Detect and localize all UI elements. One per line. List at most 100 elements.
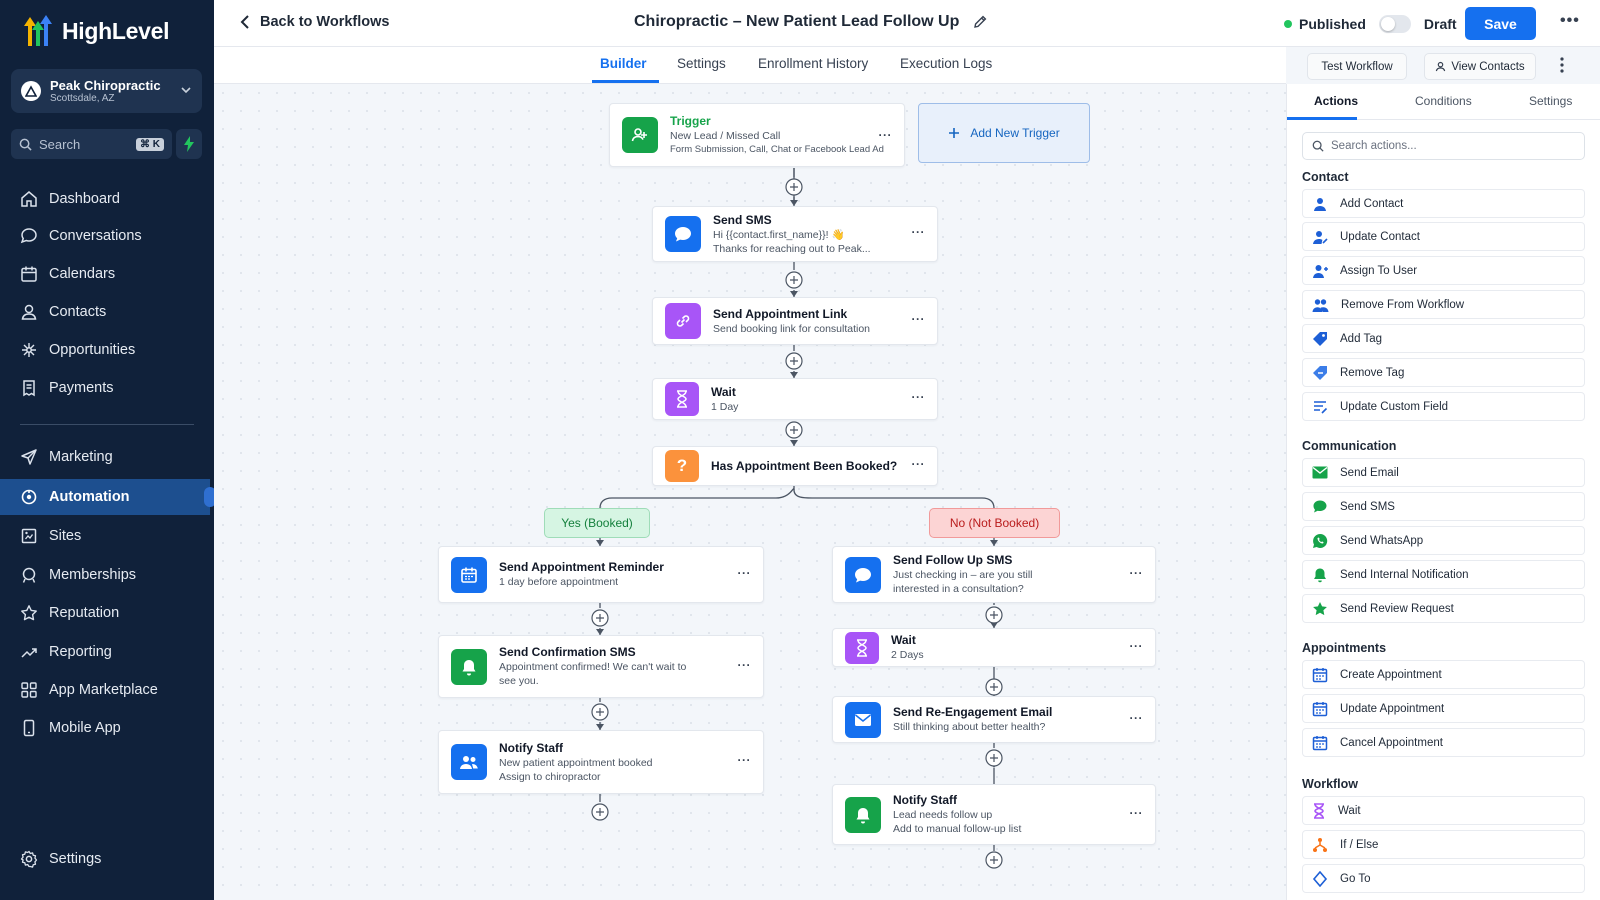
tab-execution-logs[interactable]: Execution Logs [900,56,992,71]
action-update-appointment[interactable]: Update Appointment [1302,694,1585,723]
node-more-icon[interactable]: ··· [912,390,926,404]
add-trigger-label: Add New Trigger [970,126,1060,140]
test-workflow-button[interactable]: Test Workflow [1307,53,1407,80]
step-notify-staff-no[interactable]: Notify Staff Lead needs follow up Add to… [832,784,1156,845]
trigger-node[interactable]: Trigger New Lead / Missed Call Form Subm… [609,103,905,167]
node-more-icon[interactable]: ··· [912,457,926,471]
node-more-icon[interactable]: ··· [1130,806,1144,820]
star-icon [21,605,37,621]
sidebar-item-payments[interactable]: Payments [0,370,214,406]
step-wait-1-day[interactable]: Wait 1 Day ··· [652,378,938,420]
action-label: Remove From Workflow [1341,298,1465,311]
sidebar-item-opportunities[interactable]: Opportunities [0,332,214,368]
action-add-contact[interactable]: Add Contact [1302,189,1585,218]
sidebar-item-contacts[interactable]: Contacts [0,294,214,330]
branch-yes-label[interactable]: Yes (Booked) [544,508,650,538]
sidebar-item-label: Automation [49,489,130,505]
search-icon [19,138,32,151]
step-send-appointment-reminder[interactable]: Send Appointment Reminder 1 day before a… [438,546,764,603]
node-more-icon[interactable]: ··· [1130,639,1144,653]
sidebar-item-label: App Marketplace [49,682,158,698]
action-create-appointment[interactable]: Create Appointment [1302,660,1585,689]
sidebar-item-calendars[interactable]: Calendars [0,256,214,292]
branch-no-label[interactable]: No (Not Booked) [929,508,1060,538]
step-send-follow-up-sms[interactable]: Send Follow Up SMS Just checking in – ar… [832,546,1156,603]
tab-settings[interactable]: Settings [677,56,726,71]
sidebar-item-label: Mobile App [49,720,121,736]
node-more-icon[interactable]: ··· [738,753,752,767]
calendar-icon [461,567,477,583]
step-wait-2-days[interactable]: Wait 2 Days ··· [832,628,1156,667]
logo[interactable]: HighLevel [22,14,170,48]
action-go-to[interactable]: Go To [1302,864,1585,893]
sidebar-item-sites[interactable]: Sites [0,518,214,554]
chevron-down-icon [181,87,191,94]
action-send-email[interactable]: Send Email [1302,458,1585,487]
kebab-menu-icon[interactable] [1560,57,1564,73]
panel-tab-actions[interactable]: Actions [1314,94,1358,108]
sidebar-item-mobile-app[interactable]: Mobile App [0,710,214,746]
logo-text: HighLevel [62,17,170,44]
step-send-appointment-link[interactable]: Send Appointment Link Send booking link … [652,297,938,345]
sidebar-item-app-marketplace[interactable]: App Marketplace [0,672,214,708]
node-more-icon[interactable]: ··· [912,225,926,239]
sidebar-item-dashboard[interactable]: Dashboard [0,181,214,217]
back-to-workflows-link[interactable]: Back to Workflows [240,14,389,30]
more-options-icon[interactable]: ••• [1560,12,1580,30]
action-update-custom-field[interactable]: Update Custom Field [1302,392,1585,421]
action-remove-from-workflow[interactable]: Remove From Workflow [1302,290,1585,319]
step-send-confirmation-sms[interactable]: Send Confirmation SMS Appointment confir… [438,635,764,698]
chat-bubble-icon [675,227,691,242]
action-send-whatsapp[interactable]: Send WhatsApp [1302,526,1585,555]
publish-toggle[interactable] [1378,15,1411,33]
calendar-icon [1312,735,1328,750]
sidebar-item-marketing[interactable]: Marketing [0,439,214,475]
action-send-sms[interactable]: Send SMS [1302,492,1585,521]
automation-icon [21,489,37,505]
actions-search-input[interactable]: Search actions... [1302,132,1585,160]
workflow-canvas[interactable]: Trigger New Lead / Missed Call Form Subm… [214,84,1286,900]
network-icon [22,343,36,357]
publish-status: Published Draft [1284,15,1457,33]
action-send-internal-notification[interactable]: Send Internal Notification [1302,560,1585,589]
node-more-icon[interactable]: ··· [912,312,926,326]
tab-builder[interactable]: Builder [600,56,647,71]
account-switcher[interactable]: Peak Chiropractic Scottsdale, AZ [11,69,202,113]
pencil-icon[interactable] [973,15,987,29]
node-more-icon[interactable]: ··· [879,128,893,142]
save-button[interactable]: Save [1465,7,1536,40]
panel-tab-conditions[interactable]: Conditions [1415,94,1472,108]
sidebar-item-automation[interactable]: Automation [0,479,216,515]
sidebar-item-settings[interactable]: Settings [0,841,214,877]
sidebar-item-memberships[interactable]: Memberships [0,557,214,593]
node-more-icon[interactable]: ··· [738,658,752,672]
add-new-trigger-button[interactable]: Add New Trigger [918,103,1090,163]
action-remove-tag[interactable]: Remove Tag [1302,358,1585,387]
view-contacts-button[interactable]: View Contacts [1424,53,1536,80]
sidebar-item-conversations[interactable]: Conversations [0,218,214,254]
step-notify-staff-yes[interactable]: Notify Staff New patient appointment boo… [438,730,764,794]
action-assign-to-user[interactable]: Assign To User [1302,256,1585,285]
action-update-contact[interactable]: Update Contact [1302,222,1585,251]
action-send-review-request[interactable]: Send Review Request [1302,594,1585,623]
action-label: Remove Tag [1340,366,1405,379]
action-cancel-appointment[interactable]: Cancel Appointment [1302,728,1585,757]
tab-enrollment-history[interactable]: Enrollment History [758,56,868,71]
sidebar-item-reputation[interactable]: Reputation [0,595,214,631]
step-send-re-engagement-email[interactable]: Send Re-Engagement Email Still thinking … [832,696,1156,743]
action-wait[interactable]: Wait [1302,796,1585,825]
action-if-else[interactable]: If / Else [1302,830,1585,859]
sidebar-item-reporting[interactable]: Reporting [0,634,214,670]
person-edit-icon [1313,230,1328,244]
trigger-line1: New Lead / Missed Call [670,129,781,142]
panel-tab-settings[interactable]: Settings [1529,94,1572,108]
node-more-icon[interactable]: ··· [1130,566,1144,580]
sidebar-search[interactable]: Search ⌘ K [11,129,172,159]
action-add-tag[interactable]: Add Tag [1302,324,1585,353]
quick-actions-button[interactable] [176,129,202,159]
step-send-sms[interactable]: Send SMS Hi {{contact.first_name}}! 👋 Th… [652,206,938,262]
node-more-icon[interactable]: ··· [738,566,752,580]
grid-icon [21,682,37,698]
node-more-icon[interactable]: ··· [1130,711,1144,725]
step-condition-appointment-booked[interactable]: ? Has Appointment Been Booked? ··· [652,446,938,486]
